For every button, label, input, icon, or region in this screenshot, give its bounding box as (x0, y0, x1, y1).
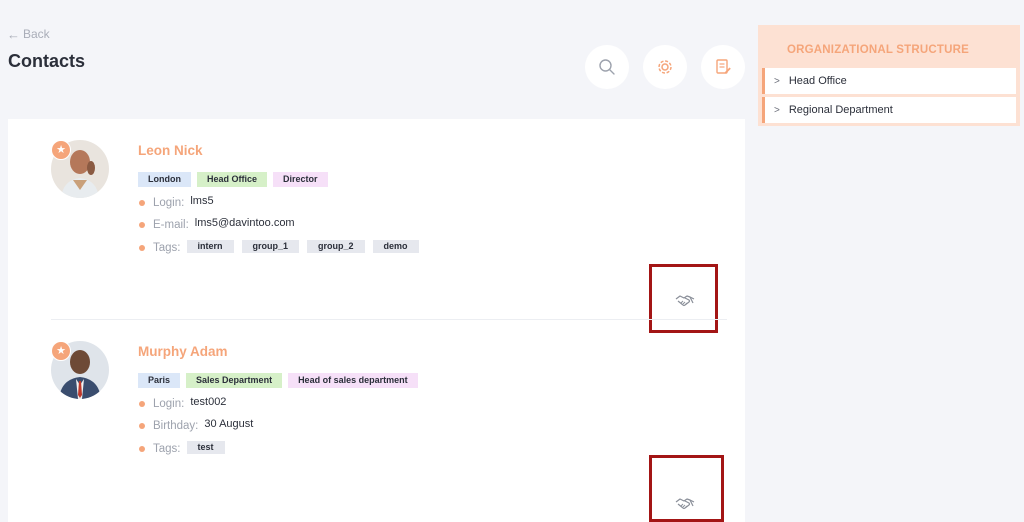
location-badge: Paris (138, 373, 181, 388)
tags-field: Tags: intern group_1 group_2 demo (139, 240, 427, 254)
document-edit-button[interactable] (701, 45, 745, 89)
bullet-icon (139, 222, 145, 228)
field-value: test002 (190, 396, 227, 408)
bullet-icon (139, 401, 145, 407)
field-label: Tags: (153, 241, 181, 254)
field-value: lms5 (190, 195, 214, 207)
field-label: Tags: (153, 442, 181, 455)
position-badge: Director (273, 172, 328, 187)
field-label: Login: (153, 197, 185, 209)
org-structure-panel: ORGANIZATIONAL STRUCTURE > Head Office >… (758, 25, 1020, 126)
document-edit-icon (716, 59, 731, 74)
field-value[interactable]: lms5@davintoo.com (195, 217, 295, 229)
contact-name[interactable]: Murphy Adam (138, 344, 228, 359)
field-label: Login: (153, 398, 185, 410)
login-field: Login: test002 (139, 396, 227, 410)
search-button[interactable] (585, 45, 629, 89)
tag: group_1 (241, 240, 300, 253)
panel-title: ORGANIZATIONAL STRUCTURE (787, 44, 969, 56)
field-label: Birthday: (153, 420, 199, 432)
tree-item-regional-department[interactable]: > Regional Department (762, 97, 1016, 123)
handshake-icon (675, 498, 695, 510)
star-icon: ★ (51, 140, 71, 160)
login-field: Login: lms5 (139, 195, 214, 209)
location-badge: London (138, 172, 191, 187)
handshake-button[interactable] (675, 497, 695, 516)
chevron-right-icon: > (774, 104, 780, 116)
department-badge: Head Office (197, 172, 268, 187)
bullet-icon (139, 244, 145, 251)
field-value: 30 August (204, 418, 254, 430)
tree-item-label: Regional Department (788, 104, 893, 116)
contact-name[interactable]: Leon Nick (138, 143, 203, 158)
chevron-right-icon: > (774, 75, 780, 87)
tag: group_2 (307, 240, 365, 253)
arrow-left-icon: ← (7, 26, 20, 42)
handshake-icon (675, 295, 695, 307)
bullet-icon (139, 200, 145, 206)
settings-button[interactable] (643, 45, 687, 89)
tag: intern (186, 240, 234, 253)
tree-item-head-office[interactable]: > Head Office (762, 68, 1016, 94)
bullet-icon (139, 423, 145, 429)
tags-field: Tags: test (139, 441, 233, 455)
position-badge: Head of sales department (288, 373, 418, 388)
gear-icon (658, 60, 672, 74)
email-field: E-mail: lms5@davintoo.com (139, 217, 295, 231)
badge-group: London Head Office Director (138, 172, 328, 187)
bullet-icon (139, 445, 145, 452)
tag: test (186, 441, 225, 454)
tag: demo (372, 240, 419, 253)
contact-item: ★ Leon Nick London Head Office Director … (8, 119, 745, 333)
contact-item: ★ Murphy Adam Paris Sales Department Hea… (8, 320, 745, 522)
handshake-button[interactable] (675, 294, 695, 313)
search-icon (599, 59, 615, 75)
field-label: E-mail: (153, 219, 189, 231)
back-label: Back (23, 27, 50, 41)
contacts-list: ★ Leon Nick London Head Office Director … (8, 119, 745, 522)
back-link[interactable]: ← Back (7, 27, 50, 41)
page-title: Contacts (8, 51, 86, 71)
star-icon: ★ (51, 341, 71, 361)
department-badge: Sales Department (186, 373, 283, 388)
birthday-field: Birthday: 30 August (139, 418, 254, 432)
tree-item-label: Head Office (788, 75, 847, 87)
badge-group: Paris Sales Department Head of sales dep… (138, 373, 418, 388)
